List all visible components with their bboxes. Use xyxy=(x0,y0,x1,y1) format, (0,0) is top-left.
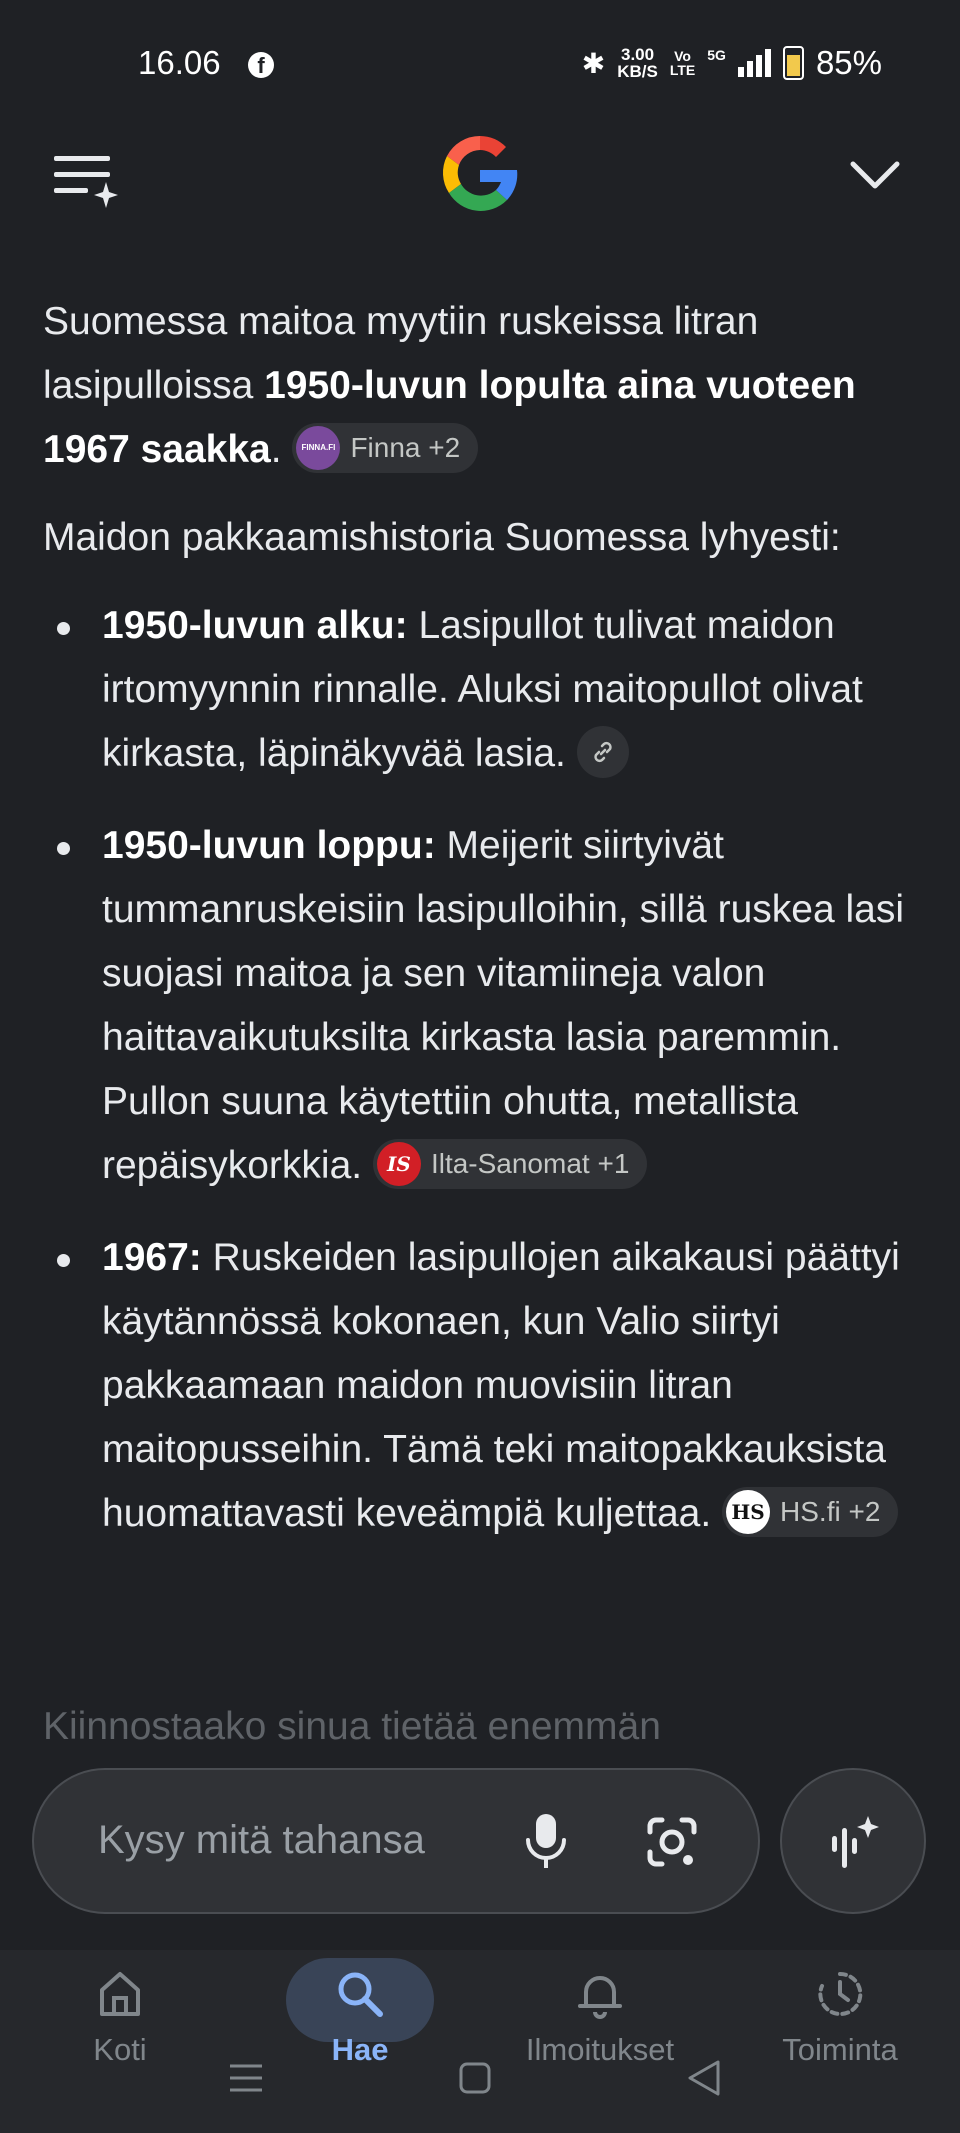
ai-mode-button[interactable] xyxy=(780,1768,926,1914)
back-icon[interactable] xyxy=(686,2058,722,2098)
network-speed: 3.00 KB/S xyxy=(617,46,658,80)
google-logo xyxy=(442,135,518,211)
finna-logo: FINNA.FI xyxy=(296,425,341,470)
home-system-icon[interactable] xyxy=(458,2058,492,2098)
hs-logo: HS xyxy=(726,1489,771,1534)
ai-answer: Suomessa maitoa myytiin ruskeissa litran… xyxy=(43,290,923,1574)
bluetooth-icon: ✱ xyxy=(581,47,606,79)
camera-lens-icon[interactable] xyxy=(644,1816,700,1870)
recent-apps-icon[interactable] xyxy=(228,2058,264,2098)
link-chip[interactable] xyxy=(576,725,629,778)
search-icon xyxy=(338,1972,383,2017)
activity-icon xyxy=(818,1971,863,2016)
point-title: 1967: xyxy=(102,1236,202,1279)
battery-icon xyxy=(782,46,804,80)
sparkle-waveform-icon xyxy=(832,1816,879,1868)
status-time: 16.06 xyxy=(138,44,221,81)
volte-bottom: LTE xyxy=(669,62,696,78)
battery-percent: 85% xyxy=(815,44,882,81)
nav-item-notifications[interactable]: Ilmoitukset xyxy=(510,1968,690,2068)
intro-text-2: . xyxy=(270,428,282,471)
status-icons: ✱ 3.00 KB/S Vo LTE 5G 85% xyxy=(582,44,882,82)
follow-up-text: Kiinnostaako sinua tietää enemmän xyxy=(43,1705,661,1748)
status-bar: 16.06 f ✱ 3.00 KB/S Vo LTE 5G 85% xyxy=(0,0,960,130)
point-text: Meijerit siirtyivät tummanruskeisiin las… xyxy=(102,824,904,1187)
chip-label: Ilta-Sanomat +1 xyxy=(430,1147,630,1179)
source-chip-hs[interactable]: HS HS.fi +2 xyxy=(722,1486,899,1537)
nav-item-activity[interactable]: Toiminta xyxy=(750,1968,930,2068)
history-list: 1950-luvun alku: Lasipullot tulivat maid… xyxy=(43,594,923,1546)
point-title: 1950-luvun alku: xyxy=(102,604,408,647)
nav-label-search: Hae xyxy=(331,2032,389,2067)
ilta-sanomat-logo: IS xyxy=(376,1141,421,1186)
answer-intro: Suomessa maitoa myytiin ruskeissa litran… xyxy=(43,290,923,482)
network-type: 5G xyxy=(707,47,726,63)
history-heading: Maidon pakkaamishistoria Suomessa lyhyes… xyxy=(43,516,841,559)
link-icon xyxy=(594,741,612,762)
menu-sparkle-icon[interactable] xyxy=(52,150,122,210)
home-icon xyxy=(100,1972,140,2016)
list-item: 1950-luvun loppu: Meijerit siirtyivät tu… xyxy=(43,814,923,1198)
nav-label-activity: Toiminta xyxy=(782,2032,898,2067)
list-item: 1950-luvun alku: Lasipullot tulivat maid… xyxy=(43,594,923,786)
bell-icon xyxy=(578,1976,622,2019)
nav-item-search[interactable]: Hae xyxy=(270,1968,450,2068)
source-chip-ilta-sanomat[interactable]: IS Ilta-Sanomat +1 xyxy=(372,1138,648,1189)
nav-label-notifications: Ilmoitukset xyxy=(525,2032,675,2067)
signal-icon xyxy=(737,49,771,77)
search-input[interactable]: Kysy mitä tahansa xyxy=(98,1818,425,1863)
point-title: 1950-luvun loppu: xyxy=(102,824,436,867)
speed-unit: KB/S xyxy=(617,62,658,81)
microphone-icon[interactable] xyxy=(524,1812,568,1872)
volte-indicator: Vo LTE xyxy=(670,49,695,77)
search-bar[interactable]: Kysy mitä tahansa xyxy=(32,1768,760,1914)
chip-label: HS.fi +2 xyxy=(780,1495,881,1527)
bottom-navigation: Koti Hae Ilmoitukset Toiminta xyxy=(0,1950,960,2133)
nav-label-home: Koti xyxy=(93,2032,147,2067)
nav-item-home[interactable]: Koti xyxy=(30,1968,210,2068)
source-chip-finna[interactable]: FINNA.FI Finna +2 xyxy=(292,422,479,473)
facebook-icon: f xyxy=(248,52,274,78)
chip-label: Finna +2 xyxy=(350,431,461,463)
list-item: 1967: Ruskeiden lasipullojen aikakausi p… xyxy=(43,1226,923,1546)
chevron-down-icon[interactable] xyxy=(845,150,905,200)
